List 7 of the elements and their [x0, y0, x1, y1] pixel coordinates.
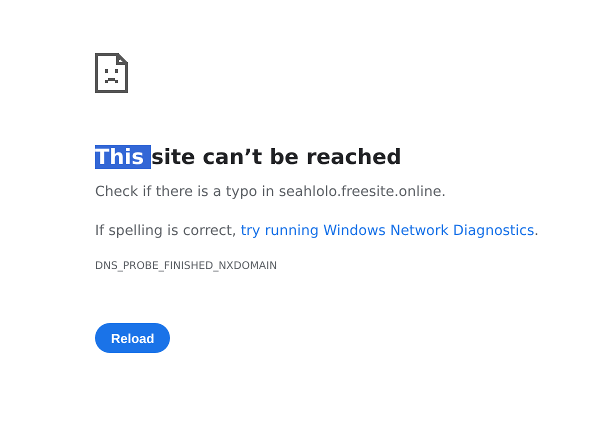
- diagnostics-link[interactable]: try running Windows Network Diagnostics: [240, 223, 534, 239]
- typo-message: Check if there is a typo in seahlolo.freesite.online.: [95, 183, 446, 202]
- reload-button[interactable]: Reload: [95, 323, 170, 353]
- sad-page-icon: [95, 53, 128, 93]
- error-heading: This site can’t be reached: [95, 144, 402, 171]
- error-code: DNS_PROBE_FINISHED_NXDOMAIN: [95, 259, 278, 273]
- diagnostics-suggestion: If spelling is correct, try running Windows Network Diagnostics.: [95, 222, 539, 241]
